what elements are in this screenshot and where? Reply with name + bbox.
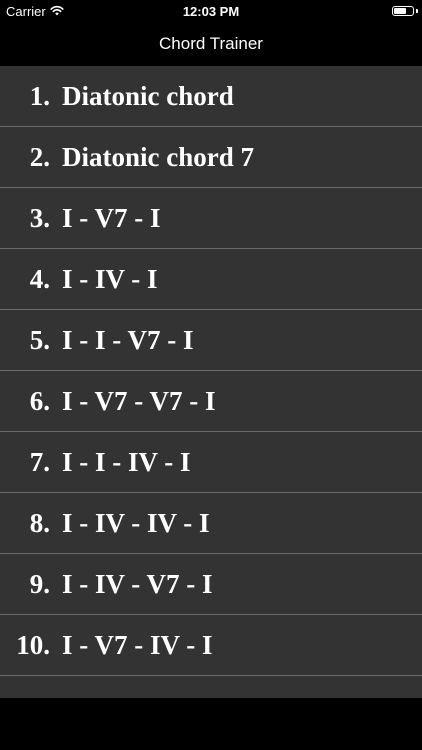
- item-number: 1.: [29, 80, 50, 111]
- item-label: I - IV - V7 - I: [62, 568, 213, 599]
- list-item[interactable]: 1. Diatonic chord: [0, 66, 422, 127]
- item-number: 7.: [29, 446, 50, 477]
- status-bar: Carrier 12:03 PM: [0, 0, 422, 22]
- list-item[interactable]: 9. I - IV - V7 - I: [0, 554, 422, 615]
- status-time: 12:03 PM: [182, 4, 240, 19]
- list-item[interactable]: 8. I - IV - IV - I: [0, 493, 422, 554]
- bottom-bar: [0, 698, 422, 750]
- item-label: I - IV - I: [62, 263, 158, 294]
- battery-tip: [416, 9, 418, 13]
- item-number: 6.: [29, 385, 50, 416]
- list-item[interactable]: 5. I - I - V7 - I: [0, 310, 422, 371]
- item-number: 4.: [29, 263, 50, 294]
- item-label: I - V7 - I: [62, 202, 161, 233]
- item-number: 10.: [16, 629, 50, 660]
- item-label: I - IV - IV - I: [62, 507, 210, 538]
- battery-icon: [392, 6, 414, 16]
- list-item[interactable]: 7. I - I - IV - I: [0, 432, 422, 493]
- list-item[interactable]: 4. I - IV - I: [0, 249, 422, 310]
- chord-list[interactable]: 1. Diatonic chord 2. Diatonic chord 7 3.…: [0, 66, 422, 698]
- item-label: Diatonic chord 7: [62, 141, 254, 172]
- item-number: 8.: [29, 507, 50, 538]
- list-item[interactable]: 3. I - V7 - I: [0, 188, 422, 249]
- item-number: 9.: [29, 568, 50, 599]
- item-number: 2.: [29, 141, 50, 172]
- item-label: I - V7 - V7 - I: [62, 385, 216, 416]
- list-item[interactable]: 6. I - V7 - V7 - I: [0, 371, 422, 432]
- item-label: I - I - IV - I: [62, 446, 191, 477]
- page-title: Chord Trainer: [159, 34, 263, 53]
- item-label: Diatonic chord: [62, 80, 234, 111]
- item-number: 3.: [29, 202, 50, 233]
- list-item-partial[interactable]: [0, 676, 422, 698]
- item-label: I - I - V7 - I: [62, 324, 194, 355]
- list-item[interactable]: 2. Diatonic chord 7: [0, 127, 422, 188]
- navigation-bar: Chord Trainer: [0, 22, 422, 66]
- item-label: I - V7 - IV - I: [62, 629, 213, 660]
- list-item[interactable]: 10. I - V7 - IV - I: [0, 615, 422, 676]
- item-number: 5.: [29, 324, 50, 355]
